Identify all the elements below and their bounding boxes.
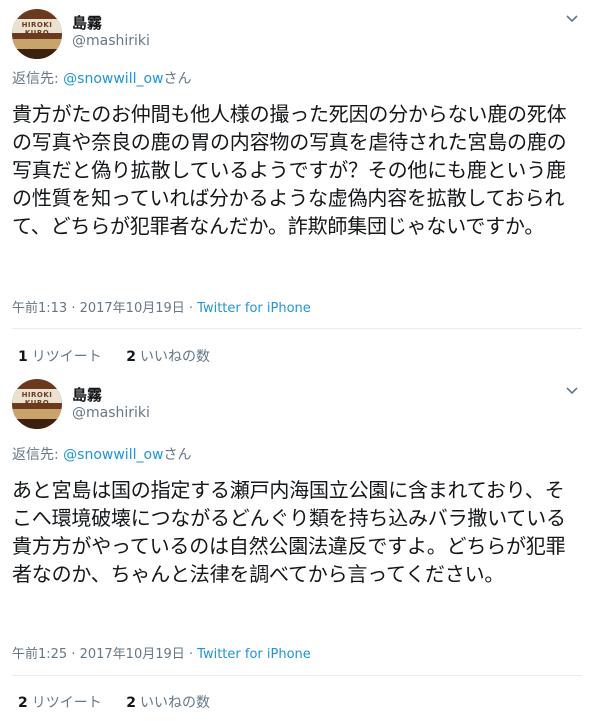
tweet-1[interactable]: HIROKI KURO 島霧 @mashiriki 返信先: @snowwill… bbox=[0, 0, 594, 374]
like-count: 2 bbox=[126, 695, 136, 711]
avatar-stripe-dark bbox=[12, 419, 62, 429]
source-link[interactable]: Twitter for iPhone bbox=[197, 301, 311, 316]
retweet-count: 2 bbox=[18, 695, 28, 711]
meta-separator: · bbox=[184, 647, 198, 662]
avatar-stripe-dark bbox=[12, 49, 62, 59]
avatar[interactable]: HIROKI KURO bbox=[12, 9, 62, 59]
tweet-meta: 午前1:25 · 2017年10月19日 · Twitter for iPhon… bbox=[12, 643, 311, 662]
author-handle[interactable]: @mashiriki bbox=[72, 33, 150, 49]
tweet-stats: 1 リツイート 2 いいねの数 bbox=[18, 346, 230, 366]
tweet-stats: 2 リツイート 2 いいねの数 bbox=[18, 692, 230, 712]
avatar-stripe bbox=[12, 39, 62, 49]
tweet-2[interactable]: HIROKI KURO 島霧 @mashiriki 返信先: @snowwill… bbox=[0, 374, 594, 721]
timestamp[interactable]: 午前1:13 · 2017年10月19日 bbox=[12, 301, 185, 316]
reply-prefix: 返信先: bbox=[12, 447, 64, 463]
reply-to-link[interactable]: @snowwill_ow bbox=[63, 447, 163, 463]
avatar[interactable]: HIROKI KURO bbox=[12, 379, 62, 429]
avatar-logo-text: HIROKI KURO bbox=[21, 21, 53, 37]
timestamp[interactable]: 午前1:25 · 2017年10月19日 bbox=[12, 647, 185, 662]
source-link[interactable]: Twitter for iPhone bbox=[197, 647, 311, 662]
retweet-label: リツイート bbox=[31, 349, 102, 365]
reply-to-link[interactable]: @snowwill_ow bbox=[63, 71, 163, 87]
retweet-count: 1 bbox=[18, 349, 28, 365]
meta-separator: · bbox=[184, 301, 198, 316]
reply-prefix: 返信先: bbox=[12, 71, 64, 87]
reply-suffix: さん bbox=[163, 447, 192, 463]
like-stat[interactable]: 2 いいねの数 bbox=[126, 349, 210, 365]
divider bbox=[12, 675, 582, 676]
avatar-logo-text: HIROKI KURO bbox=[21, 391, 53, 407]
reply-context: 返信先: @snowwill_owさん bbox=[12, 444, 192, 464]
divider bbox=[12, 328, 582, 329]
like-label: いいねの数 bbox=[139, 349, 210, 365]
reply-suffix: さん bbox=[163, 71, 192, 87]
chevron-down-icon[interactable] bbox=[562, 380, 582, 400]
like-count: 2 bbox=[126, 349, 136, 365]
retweet-stat[interactable]: 2 リツイート bbox=[18, 695, 102, 711]
tweet-text: 貴方がたのお仲間も他人様の撮った死因の分からない鹿の死体の写真や奈良の鹿の胃の内… bbox=[12, 102, 567, 238]
tweet-text: あと宮島は国の指定する瀬戸内海国立公園に含まれており、そこへ環境破壊につながるど… bbox=[12, 478, 566, 586]
retweet-stat[interactable]: 1 リツイート bbox=[18, 349, 102, 365]
author-name[interactable]: 島霧 bbox=[72, 384, 102, 405]
author-name[interactable]: 島霧 bbox=[72, 12, 102, 33]
retweet-label: リツイート bbox=[31, 695, 102, 711]
author-handle[interactable]: @mashiriki bbox=[72, 405, 150, 421]
chevron-down-icon[interactable] bbox=[562, 8, 582, 28]
like-stat[interactable]: 2 いいねの数 bbox=[126, 695, 210, 711]
tweet-meta: 午前1:13 · 2017年10月19日 · Twitter for iPhon… bbox=[12, 297, 311, 316]
avatar-stripe bbox=[12, 409, 62, 419]
like-label: いいねの数 bbox=[139, 695, 210, 711]
reply-context: 返信先: @snowwill_owさん bbox=[12, 68, 192, 88]
